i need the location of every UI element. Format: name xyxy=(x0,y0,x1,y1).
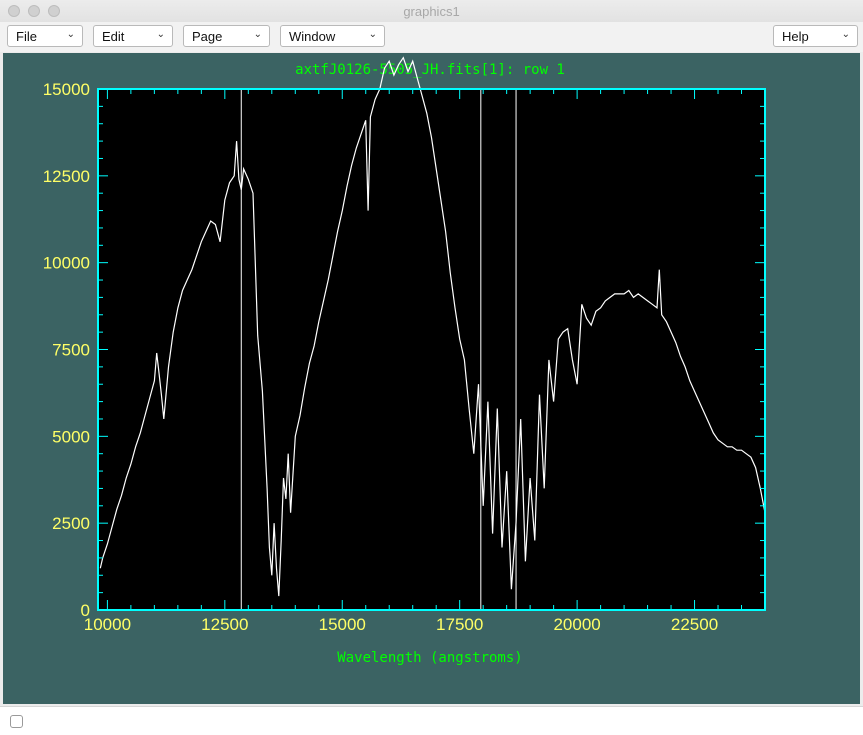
edit-menu-label: Edit xyxy=(102,29,125,44)
x-tick-label: 15000 xyxy=(319,615,366,634)
x-tick-label: 10000 xyxy=(84,615,131,634)
y-tick-label: 10000 xyxy=(43,254,90,273)
page-menu-label: Page xyxy=(192,29,223,44)
y-tick-label: 7500 xyxy=(52,341,90,360)
x-tick-label: 12500 xyxy=(201,615,248,634)
y-tick-label: 0 xyxy=(81,601,90,620)
y-tick-label: 15000 xyxy=(43,80,90,99)
chevron-down-icon: ⌄ xyxy=(66,29,75,40)
window-titlebar: graphics1 xyxy=(0,0,863,23)
window-title: graphics1 xyxy=(403,4,460,19)
file-menu-label: File xyxy=(16,29,37,44)
x-tick-label: 17500 xyxy=(436,615,483,634)
page-menu[interactable]: Page ⌄ xyxy=(183,25,270,47)
status-bar xyxy=(0,706,863,735)
y-tick-labels: 0 2500 5000 7500 10000 12500 15000 xyxy=(43,80,90,620)
y-tick-label: 2500 xyxy=(52,514,90,533)
chevron-down-icon: ⌄ xyxy=(253,29,262,40)
menubar: File ⌄ Edit ⌄ Page ⌄ Window ⌄ Help ⌄ xyxy=(0,22,863,52)
y-tick-label: 12500 xyxy=(43,167,90,186)
x-tick-labels: 10000 12500 15000 17500 20000 22500 xyxy=(84,615,718,634)
y-tick-label: 5000 xyxy=(52,427,90,446)
graphics-canvas[interactable]: axtfJ0126-5505_JH.fits[1]: row 1 10000 12… xyxy=(3,53,860,704)
help-menu-label: Help xyxy=(782,29,809,44)
chevron-down-icon: ⌄ xyxy=(156,29,165,40)
x-tick-label: 22500 xyxy=(671,615,718,634)
help-menu[interactable]: Help ⌄ xyxy=(773,25,858,47)
spectrum-plot[interactable]: axtfJ0126-5505_JH.fits[1]: row 1 10000 12… xyxy=(3,53,860,704)
x-tick-label: 20000 xyxy=(553,615,600,634)
plot-area xyxy=(98,89,765,610)
window-menu-label: Window xyxy=(289,29,336,44)
edit-menu[interactable]: Edit ⌄ xyxy=(93,25,173,47)
file-menu[interactable]: File ⌄ xyxy=(7,25,83,47)
plot-title: axtfJ0126-5505_JH.fits[1]: row 1 xyxy=(295,62,565,78)
x-axis-label: Wavelength (angstroms) xyxy=(337,650,522,666)
window-menu[interactable]: Window ⌄ xyxy=(280,25,385,47)
chevron-down-icon: ⌄ xyxy=(368,29,377,40)
status-checkbox[interactable] xyxy=(10,715,23,728)
chevron-down-icon: ⌄ xyxy=(841,29,850,40)
